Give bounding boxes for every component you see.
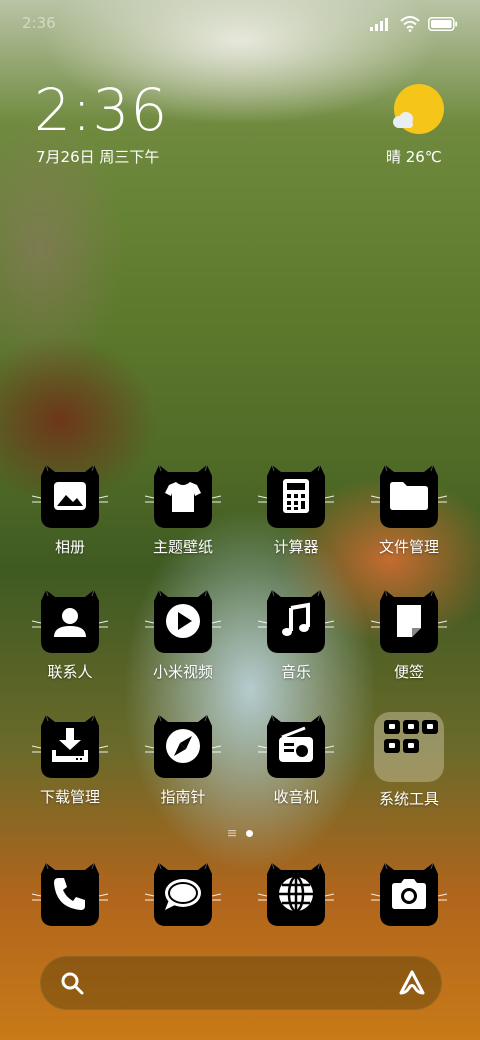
status-bar: 2:36: [0, 0, 480, 48]
browser-icon: [258, 856, 334, 932]
app-label: 主题壁纸: [152, 538, 213, 556]
themes-icon: [145, 458, 221, 534]
search-icon[interactable]: [60, 971, 84, 995]
app-radio[interactable]: 收音机: [240, 708, 352, 808]
folder-group-icon: [374, 712, 444, 782]
clock-time[interactable]: 2:36: [34, 76, 168, 144]
compass-icon: [145, 708, 221, 784]
app-label: 相册: [54, 538, 85, 556]
app-music[interactable]: 音乐: [240, 583, 352, 683]
status-icons: [370, 16, 458, 32]
sunny-cloud-icon[interactable]: [390, 82, 446, 138]
folder-icon: [371, 458, 447, 534]
app-label: 便签: [393, 663, 424, 681]
dock-browser[interactable]: [240, 856, 352, 956]
app-file-manager[interactable]: 文件管理: [353, 458, 465, 558]
app-calculator[interactable]: 计算器: [240, 458, 352, 558]
gallery-icon: [32, 458, 108, 534]
app-contacts[interactable]: 联系人: [14, 583, 126, 683]
app-downloads[interactable]: 下载管理: [14, 708, 126, 808]
app-label: 联系人: [47, 663, 93, 681]
assistant-icon[interactable]: [398, 969, 426, 997]
app-label: 下载管理: [39, 788, 100, 806]
app-folder-system-tools[interactable]: 系统工具: [353, 708, 465, 808]
phone-icon: [32, 856, 108, 932]
app-label: 小米视频: [152, 663, 213, 681]
weather-text: 晴 26℃: [386, 148, 442, 166]
app-gallery[interactable]: 相册: [14, 458, 126, 558]
battery-icon: [428, 17, 458, 31]
music-icon: [258, 583, 334, 659]
dock-messages[interactable]: [127, 856, 239, 956]
app-label: 音乐: [280, 663, 311, 681]
page-indicator[interactable]: [0, 829, 480, 837]
video-play-icon: [145, 583, 221, 659]
app-label: 系统工具: [378, 790, 439, 808]
app-themes[interactable]: 主题壁纸: [127, 458, 239, 558]
messages-icon: [145, 856, 221, 932]
app-label: 文件管理: [378, 538, 439, 556]
camera-icon: [371, 856, 447, 932]
app-mi-video[interactable]: 小米视频: [127, 583, 239, 683]
app-label: 指南针: [160, 788, 206, 806]
notes-icon: [371, 583, 447, 659]
dock-camera[interactable]: [353, 856, 465, 956]
app-notes[interactable]: 便签: [353, 583, 465, 683]
download-icon: [32, 708, 108, 784]
calculator-icon: [258, 458, 334, 534]
signal-icon: [370, 18, 388, 31]
page-dot-active: [245, 829, 253, 837]
contacts-icon: [32, 583, 108, 659]
search-bar[interactable]: [40, 956, 442, 1010]
app-label: 收音机: [273, 788, 319, 806]
app-label: 计算器: [273, 538, 319, 556]
radio-icon: [258, 708, 334, 784]
dock-phone[interactable]: [14, 856, 126, 956]
wifi-icon: [400, 16, 420, 32]
page-indicator-lines-icon: [227, 830, 236, 837]
clock-date: 7月26日 周三下午: [36, 148, 160, 166]
app-compass[interactable]: 指南针: [127, 708, 239, 808]
status-time: 2:36: [22, 14, 56, 32]
